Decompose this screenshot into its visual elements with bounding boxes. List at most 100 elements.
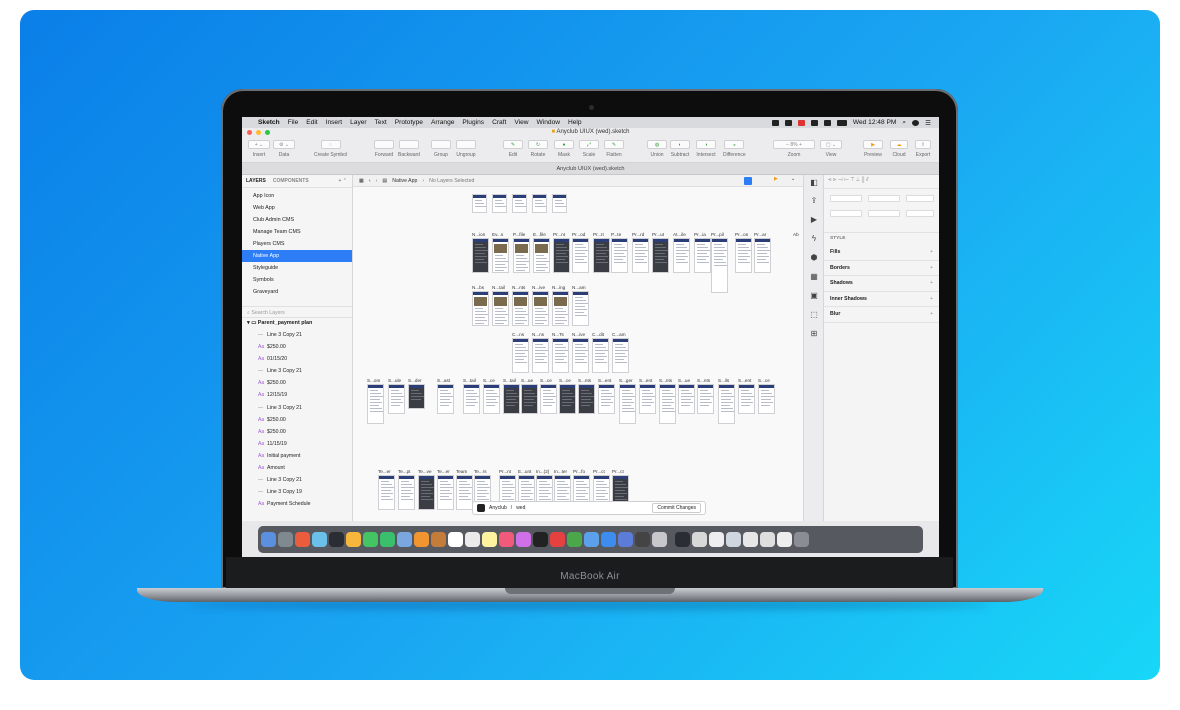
dock-app-icon[interactable] bbox=[584, 532, 599, 547]
artboard[interactable] bbox=[659, 384, 676, 424]
artboard[interactable] bbox=[758, 384, 775, 414]
dock-app-icon[interactable] bbox=[312, 532, 327, 547]
artboard[interactable] bbox=[612, 338, 629, 373]
layer-item[interactable]: Aa 01/15/20 bbox=[242, 353, 352, 365]
cloud-status-icon[interactable] bbox=[784, 119, 792, 126]
artboard[interactable] bbox=[639, 384, 656, 414]
width-field[interactable] bbox=[830, 210, 862, 217]
menu-plugins[interactable]: Plugins bbox=[462, 119, 484, 126]
page-item[interactable]: App Icon bbox=[242, 190, 352, 202]
layer-item[interactable]: Aa $250.00 bbox=[242, 414, 352, 426]
artboard[interactable] bbox=[532, 338, 549, 373]
tab-layers[interactable]: LAYERS bbox=[246, 178, 266, 184]
dock-app-icon[interactable] bbox=[635, 532, 650, 547]
layer-item[interactable]: — Line 3 Copy 19 bbox=[242, 486, 352, 498]
wifi-icon[interactable] bbox=[823, 119, 831, 126]
layer-item[interactable]: Aa $250.00 bbox=[242, 377, 352, 389]
minimize-window-button[interactable] bbox=[256, 130, 261, 135]
artboard[interactable] bbox=[540, 384, 557, 414]
menu-app-name[interactable]: Sketch bbox=[258, 119, 280, 126]
trash-icon[interactable] bbox=[794, 532, 809, 547]
dock-app-icon[interactable] bbox=[550, 532, 565, 547]
page-item[interactable]: Styleguide bbox=[242, 262, 352, 274]
menu-window[interactable]: Window bbox=[537, 119, 560, 126]
blur-section[interactable]: Blur + bbox=[824, 307, 939, 323]
menu-arrange[interactable]: Arrange bbox=[431, 119, 454, 126]
breadcrumb-page[interactable]: Native App bbox=[392, 178, 417, 184]
artboard[interactable] bbox=[472, 194, 487, 213]
siri-icon[interactable] bbox=[912, 119, 920, 126]
artboard[interactable] bbox=[552, 338, 569, 373]
page-item[interactable]: Manage Team CMS bbox=[242, 226, 352, 238]
artboard[interactable] bbox=[632, 238, 649, 273]
inspector-toggle-icon[interactable]: ◧ bbox=[809, 178, 819, 188]
artboard[interactable] bbox=[513, 238, 530, 273]
forward-nav-icon[interactable]: › bbox=[376, 178, 378, 184]
artboard[interactable] bbox=[483, 384, 500, 414]
artboard[interactable] bbox=[754, 238, 771, 273]
dock-app-icon[interactable] bbox=[346, 532, 361, 547]
data-tool[interactable]: ⚙ ⌄ Data bbox=[273, 140, 295, 158]
artboard[interactable] bbox=[472, 291, 489, 326]
artboard[interactable] bbox=[472, 238, 489, 273]
layer-item[interactable]: Aa $250.00 bbox=[242, 341, 352, 353]
menu-text[interactable]: Text bbox=[375, 119, 387, 126]
tab-components[interactable]: COMPONENTS bbox=[273, 178, 309, 184]
dock-app-icon[interactable] bbox=[675, 532, 690, 547]
artboard[interactable] bbox=[559, 384, 576, 414]
menu-help[interactable]: Help bbox=[568, 119, 582, 126]
artboard[interactable] bbox=[503, 384, 520, 414]
dock-app-icon[interactable] bbox=[448, 532, 463, 547]
artboard[interactable] bbox=[418, 475, 435, 510]
crop-icon[interactable]: ⬚ bbox=[809, 310, 819, 320]
dock-app-icon[interactable] bbox=[516, 532, 531, 547]
intersect-tool[interactable]: ◑ Intersect bbox=[696, 140, 716, 158]
artboard[interactable] bbox=[388, 384, 405, 414]
sketch-status-icon[interactable] bbox=[771, 119, 779, 126]
zoom-out-icon[interactable]: − bbox=[786, 142, 789, 148]
layer-item[interactable]: Aa 12/15/19 bbox=[242, 389, 352, 401]
artboard[interactable] bbox=[492, 291, 509, 326]
dock-app-icon[interactable] bbox=[692, 532, 707, 547]
rotation-field[interactable] bbox=[906, 195, 934, 202]
layer-item[interactable]: — Line 3 Copy 21 bbox=[242, 474, 352, 486]
prototype-icon[interactable] bbox=[744, 177, 752, 185]
add-fill-icon[interactable]: + bbox=[930, 245, 933, 260]
align-icons[interactable]: ⫷ ⫸ ⊣ ⊢ ⊤ ⊥ ⫼ ⫽ bbox=[828, 177, 869, 183]
artboard[interactable] bbox=[437, 384, 454, 414]
artboard[interactable] bbox=[735, 238, 752, 273]
artboard[interactable] bbox=[572, 291, 589, 326]
close-window-button[interactable] bbox=[247, 130, 252, 135]
dock-app-icon[interactable] bbox=[482, 532, 497, 547]
artboard[interactable] bbox=[533, 238, 550, 273]
dock-app-icon[interactable] bbox=[601, 532, 616, 547]
chevron-down-icon[interactable]: ⌄ bbox=[791, 176, 795, 182]
layer-group[interactable]: ▾ ▭ Parent_payment plan bbox=[242, 318, 352, 329]
artboard[interactable] bbox=[738, 384, 755, 414]
artboard[interactable] bbox=[532, 291, 549, 326]
battery-icon[interactable] bbox=[836, 119, 847, 126]
page-item[interactable]: Web App bbox=[242, 202, 352, 214]
y-field[interactable] bbox=[868, 195, 900, 202]
menu-layer[interactable]: Layer bbox=[350, 119, 367, 126]
ungroup-tool[interactable]: Ungroup bbox=[456, 140, 476, 158]
menu-edit[interactable]: Edit bbox=[306, 119, 317, 126]
preview-small-icon[interactable]: ▶ bbox=[774, 176, 778, 182]
menu-craft[interactable]: Craft bbox=[492, 119, 506, 126]
borders-section[interactable]: Borders + bbox=[824, 261, 939, 276]
artboard[interactable] bbox=[578, 384, 595, 414]
export-tool[interactable]: ⇪ Export bbox=[915, 140, 931, 158]
dock-app-icon[interactable] bbox=[278, 532, 293, 547]
dock-app-icon[interactable] bbox=[414, 532, 429, 547]
flip-buttons[interactable] bbox=[906, 210, 934, 217]
page-item[interactable]: Players CMS bbox=[242, 238, 352, 250]
menu-prototype[interactable]: Prototype bbox=[395, 119, 423, 126]
layer-item[interactable]: Aa Amount bbox=[242, 462, 352, 474]
zoom-in-icon[interactable]: + bbox=[799, 142, 802, 148]
menu-insert[interactable]: Insert bbox=[326, 119, 343, 126]
artboard[interactable] bbox=[673, 238, 690, 273]
lightning-icon[interactable]: ϟ bbox=[809, 234, 819, 244]
document-tab[interactable]: Anyclub UIUX (wed).sketch bbox=[242, 163, 939, 175]
inner-shadows-section[interactable]: Inner Shadows + bbox=[824, 292, 939, 307]
artboard[interactable] bbox=[437, 475, 454, 510]
